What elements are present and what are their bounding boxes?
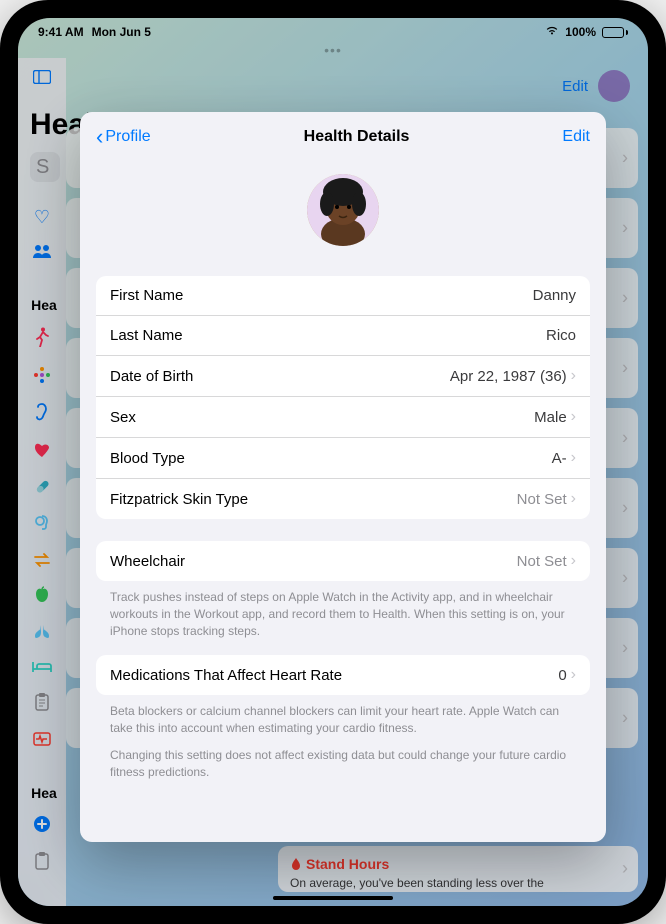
row-label: Wheelchair [110,553,185,570]
detail-row[interactable]: Blood Type A-› [96,438,590,479]
medications-group: Medications That Affect Heart Rate 0 › [96,655,590,695]
sheet-header: ‹ Profile Health Details Edit [80,112,606,156]
row-value: Not Set› [517,490,576,508]
row-value: Danny [533,287,576,304]
chevron-right-icon: › [571,367,576,385]
wheelchair-group: Wheelchair Not Set › [96,541,590,581]
row-label: Sex [110,409,136,426]
row-label: Medications That Affect Heart Rate [110,667,342,684]
detail-row[interactable]: Date of Birth Apr 22, 1987 (36)› [96,356,590,397]
chevron-right-icon: › [571,666,576,684]
row-label: First Name [110,287,183,304]
chevron-right-icon: › [571,490,576,508]
row-label: Last Name [110,327,183,344]
row-value: Not Set › [517,552,576,570]
chevron-right-icon: › [571,552,576,570]
edit-button[interactable]: Edit [562,128,590,146]
details-group: First Name Danny Last Name Rico Date of Birt… [96,276,590,519]
screen: 9:41 AM Mon Jun 5 100% ••• Health S ♡ He… [18,18,648,906]
detail-row: Last Name Rico [96,316,590,356]
wheelchair-row[interactable]: Wheelchair Not Set › [96,541,590,581]
row-label: Blood Type [110,450,185,467]
back-button[interactable]: ‹ Profile [96,126,151,148]
row-value: Male› [534,408,576,426]
chevron-right-icon: › [571,449,576,467]
chevron-left-icon: ‹ [96,126,103,148]
medications-row[interactable]: Medications That Affect Heart Rate 0 › [96,655,590,695]
row-value: Rico [546,327,576,344]
back-label: Profile [105,128,150,146]
row-value: 0 › [558,666,576,684]
chevron-right-icon: › [571,408,576,426]
ipad-frame: 9:41 AM Mon Jun 5 100% ••• Health S ♡ He… [0,0,666,924]
sheet-title: Health Details [304,128,410,146]
home-indicator[interactable] [273,896,393,900]
detail-row[interactable]: Fitzpatrick Skin Type Not Set› [96,479,590,519]
health-details-sheet: ‹ Profile Health Details Edit [80,112,606,842]
avatar-container [80,156,606,276]
wheelchair-footer: Track pushes instead of steps on Apple W… [80,581,606,655]
row-label: Date of Birth [110,368,193,385]
medications-footer: Beta blockers or calcium channel blocker… [80,695,606,796]
detail-row[interactable]: Sex Male› [96,397,590,438]
row-label: Fitzpatrick Skin Type [110,491,248,508]
detail-row: First Name Danny [96,276,590,316]
row-value: Apr 22, 1987 (36)› [450,367,576,385]
row-value: A-› [552,449,576,467]
profile-avatar[interactable] [307,174,379,246]
